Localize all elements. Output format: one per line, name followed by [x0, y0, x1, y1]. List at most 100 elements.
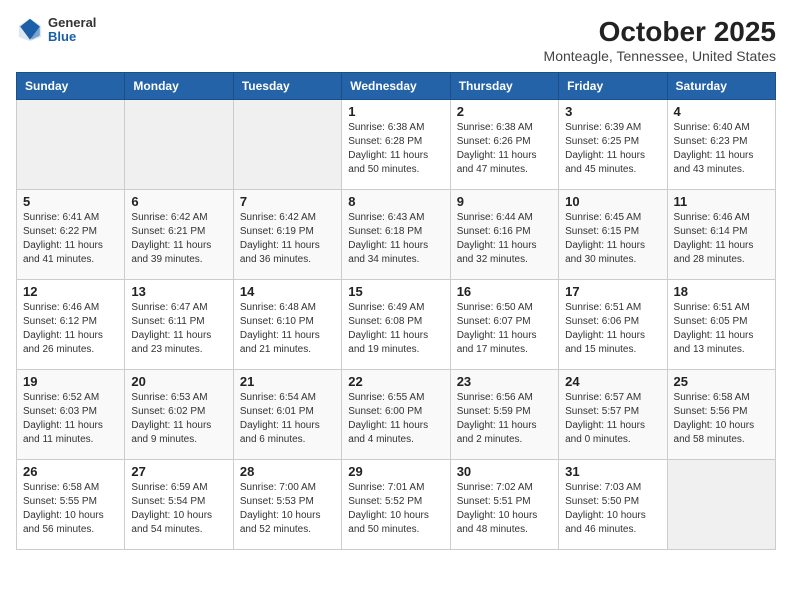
- day-info: Sunrise: 7:03 AM Sunset: 5:50 PM Dayligh…: [565, 481, 660, 537]
- day-info: Sunrise: 6:46 AM Sunset: 6:12 PM Dayligh…: [23, 301, 118, 357]
- logo-text: General Blue: [48, 16, 96, 45]
- calendar-week-row: 26 Sunrise: 6:58 AM Sunset: 5:55 PM Dayli…: [17, 460, 776, 550]
- day-number: 31: [565, 464, 660, 479]
- day-number: 21: [240, 374, 335, 389]
- day-info: Sunrise: 6:42 AM Sunset: 6:19 PM Dayligh…: [240, 211, 335, 267]
- day-number: 30: [457, 464, 552, 479]
- calendar-week-row: 5 Sunrise: 6:41 AM Sunset: 6:22 PM Daylig…: [17, 190, 776, 280]
- calendar-cell: 26 Sunrise: 6:58 AM Sunset: 5:55 PM Dayli…: [17, 460, 125, 550]
- calendar-cell: 5 Sunrise: 6:41 AM Sunset: 6:22 PM Daylig…: [17, 190, 125, 280]
- weekday-header-row: SundayMondayTuesdayWednesdayThursdayFrid…: [17, 73, 776, 100]
- calendar-cell: 1 Sunrise: 6:38 AM Sunset: 6:28 PM Daylig…: [342, 100, 450, 190]
- day-info: Sunrise: 6:39 AM Sunset: 6:25 PM Dayligh…: [565, 121, 660, 177]
- day-number: 14: [240, 284, 335, 299]
- day-number: 1: [348, 104, 443, 119]
- logo-blue: Blue: [48, 30, 96, 44]
- day-number: 18: [674, 284, 769, 299]
- calendar-cell: 10Sunrise: 6:45 AM Sunset: 6:15 PM Dayli…: [559, 190, 667, 280]
- day-number: 26: [23, 464, 118, 479]
- calendar-cell: [233, 100, 341, 190]
- day-number: 9: [457, 194, 552, 209]
- calendar-cell: 17 Sunrise: 6:51 AM Sunset: 6:06 PM Dayli…: [559, 280, 667, 370]
- day-info: Sunrise: 6:46 AM Sunset: 6:14 PM Dayligh…: [674, 211, 769, 267]
- day-info: Sunrise: 6:48 AM Sunset: 6:10 PM Dayligh…: [240, 301, 335, 357]
- day-number: 12: [23, 284, 118, 299]
- page-header: General Blue October 2025 Monteagle, Ten…: [16, 16, 776, 64]
- weekday-header: Saturday: [667, 73, 775, 100]
- calendar-week-row: 12 Sunrise: 6:46 AM Sunset: 6:12 PM Dayli…: [17, 280, 776, 370]
- calendar-cell: 24Sunrise: 6:57 AM Sunset: 5:57 PM Dayli…: [559, 370, 667, 460]
- day-info: Sunrise: 6:53 AM Sunset: 6:02 PM Dayligh…: [131, 391, 226, 447]
- calendar-cell: 3 Sunrise: 6:39 AM Sunset: 6:25 PM Daylig…: [559, 100, 667, 190]
- day-number: 29: [348, 464, 443, 479]
- calendar-cell: 27Sunrise: 6:59 AM Sunset: 5:54 PM Dayli…: [125, 460, 233, 550]
- day-info: Sunrise: 6:44 AM Sunset: 6:16 PM Dayligh…: [457, 211, 552, 267]
- calendar-cell: 15Sunrise: 6:49 AM Sunset: 6:08 PM Dayli…: [342, 280, 450, 370]
- day-number: 3: [565, 104, 660, 119]
- weekday-header: Wednesday: [342, 73, 450, 100]
- calendar-cell: 28Sunrise: 7:00 AM Sunset: 5:53 PM Dayli…: [233, 460, 341, 550]
- day-info: Sunrise: 7:00 AM Sunset: 5:53 PM Dayligh…: [240, 481, 335, 537]
- calendar-cell: 14 Sunrise: 6:48 AM Sunset: 6:10 PM Dayli…: [233, 280, 341, 370]
- day-info: Sunrise: 6:56 AM Sunset: 5:59 PM Dayligh…: [457, 391, 552, 447]
- calendar-body: 1 Sunrise: 6:38 AM Sunset: 6:28 PM Daylig…: [17, 100, 776, 550]
- calendar-header: SundayMondayTuesdayWednesdayThursdayFrid…: [17, 73, 776, 100]
- logo-icon: [16, 16, 44, 44]
- weekday-header: Friday: [559, 73, 667, 100]
- calendar-cell: [125, 100, 233, 190]
- day-info: Sunrise: 6:54 AM Sunset: 6:01 PM Dayligh…: [240, 391, 335, 447]
- calendar-cell: 8Sunrise: 6:43 AM Sunset: 6:18 PM Daylig…: [342, 190, 450, 280]
- day-info: Sunrise: 6:40 AM Sunset: 6:23 PM Dayligh…: [674, 121, 769, 177]
- day-number: 11: [674, 194, 769, 209]
- day-info: Sunrise: 6:41 AM Sunset: 6:22 PM Dayligh…: [23, 211, 118, 267]
- day-number: 2: [457, 104, 552, 119]
- day-number: 4: [674, 104, 769, 119]
- logo: General Blue: [16, 16, 96, 45]
- calendar-table: SundayMondayTuesdayWednesdayThursdayFrid…: [16, 72, 776, 550]
- day-info: Sunrise: 6:42 AM Sunset: 6:21 PM Dayligh…: [131, 211, 226, 267]
- calendar-cell: 4 Sunrise: 6:40 AM Sunset: 6:23 PM Daylig…: [667, 100, 775, 190]
- day-number: 10: [565, 194, 660, 209]
- calendar-cell: 13Sunrise: 6:47 AM Sunset: 6:11 PM Dayli…: [125, 280, 233, 370]
- calendar-week-row: 1 Sunrise: 6:38 AM Sunset: 6:28 PM Daylig…: [17, 100, 776, 190]
- day-number: 20: [131, 374, 226, 389]
- day-info: Sunrise: 6:58 AM Sunset: 5:55 PM Dayligh…: [23, 481, 118, 537]
- day-info: Sunrise: 6:47 AM Sunset: 6:11 PM Dayligh…: [131, 301, 226, 357]
- calendar-cell: 9 Sunrise: 6:44 AM Sunset: 6:16 PM Daylig…: [450, 190, 558, 280]
- day-info: Sunrise: 6:51 AM Sunset: 6:06 PM Dayligh…: [565, 301, 660, 357]
- logo-general: General: [48, 16, 96, 30]
- calendar-cell: 7 Sunrise: 6:42 AM Sunset: 6:19 PM Daylig…: [233, 190, 341, 280]
- day-number: 23: [457, 374, 552, 389]
- calendar-cell: 29Sunrise: 7:01 AM Sunset: 5:52 PM Dayli…: [342, 460, 450, 550]
- weekday-header: Sunday: [17, 73, 125, 100]
- calendar-subtitle: Monteagle, Tennessee, United States: [544, 48, 776, 64]
- weekday-header: Monday: [125, 73, 233, 100]
- day-number: 5: [23, 194, 118, 209]
- day-info: Sunrise: 6:49 AM Sunset: 6:08 PM Dayligh…: [348, 301, 443, 357]
- day-info: Sunrise: 6:55 AM Sunset: 6:00 PM Dayligh…: [348, 391, 443, 447]
- day-info: Sunrise: 6:51 AM Sunset: 6:05 PM Dayligh…: [674, 301, 769, 357]
- day-info: Sunrise: 7:02 AM Sunset: 5:51 PM Dayligh…: [457, 481, 552, 537]
- calendar-cell: 16 Sunrise: 6:50 AM Sunset: 6:07 PM Dayli…: [450, 280, 558, 370]
- day-info: Sunrise: 6:38 AM Sunset: 6:28 PM Dayligh…: [348, 121, 443, 177]
- calendar-week-row: 19Sunrise: 6:52 AM Sunset: 6:03 PM Dayli…: [17, 370, 776, 460]
- day-number: 17: [565, 284, 660, 299]
- day-number: 27: [131, 464, 226, 479]
- calendar-title: October 2025: [544, 16, 776, 48]
- day-number: 19: [23, 374, 118, 389]
- weekday-header: Tuesday: [233, 73, 341, 100]
- day-info: Sunrise: 6:50 AM Sunset: 6:07 PM Dayligh…: [457, 301, 552, 357]
- calendar-cell: 23 Sunrise: 6:56 AM Sunset: 5:59 PM Dayli…: [450, 370, 558, 460]
- day-number: 22: [348, 374, 443, 389]
- calendar-cell: 2Sunrise: 6:38 AM Sunset: 6:26 PM Daylig…: [450, 100, 558, 190]
- day-number: 16: [457, 284, 552, 299]
- day-number: 8: [348, 194, 443, 209]
- calendar-cell: 20 Sunrise: 6:53 AM Sunset: 6:02 PM Dayli…: [125, 370, 233, 460]
- calendar-cell: 11 Sunrise: 6:46 AM Sunset: 6:14 PM Dayli…: [667, 190, 775, 280]
- day-number: 7: [240, 194, 335, 209]
- calendar-cell: 30 Sunrise: 7:02 AM Sunset: 5:51 PM Dayli…: [450, 460, 558, 550]
- calendar-cell: 6 Sunrise: 6:42 AM Sunset: 6:21 PM Daylig…: [125, 190, 233, 280]
- calendar-cell: [667, 460, 775, 550]
- day-info: Sunrise: 6:58 AM Sunset: 5:56 PM Dayligh…: [674, 391, 769, 447]
- day-number: 6: [131, 194, 226, 209]
